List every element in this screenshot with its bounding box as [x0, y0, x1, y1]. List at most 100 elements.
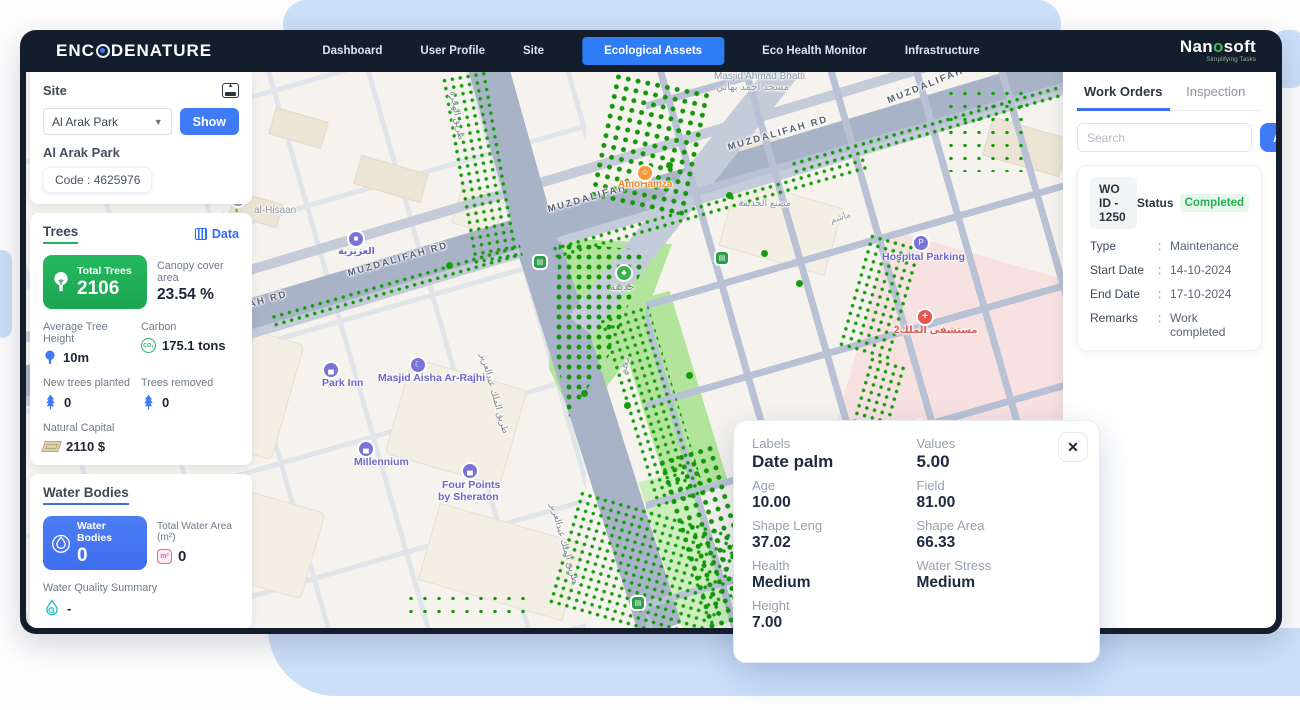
total-trees-label: Total Trees [77, 265, 132, 277]
water-quality-icon [43, 599, 61, 618]
field-name: Field [917, 478, 1082, 493]
restaurant-icon[interactable]: ☺ [638, 166, 652, 180]
poi-label: Millennium [354, 456, 409, 468]
map-tree-cluster [404, 592, 534, 622]
water-area-value: 0 [178, 548, 186, 565]
site-code-chip: Code : 4625976 [43, 167, 152, 193]
park-tree-icon[interactable]: ♣ [617, 266, 631, 280]
hotel-bed-icon[interactable]: ▄ [463, 464, 477, 478]
tab-inspection[interactable]: Inspection [1170, 84, 1263, 110]
show-button[interactable]: Show [180, 108, 239, 135]
poi-label: Hospital Parking [882, 251, 965, 263]
metro-station-icon[interactable]: ■ [349, 232, 363, 246]
map-tree [666, 162, 673, 169]
site-select[interactable]: Al Arak Park ▼ [43, 108, 172, 135]
brand-o: o [1213, 37, 1224, 56]
avg-height-value: 10m [63, 350, 89, 365]
poi-label: Four Points [442, 479, 500, 491]
map-tree-cluster [944, 87, 1029, 172]
hospital-cross-icon[interactable]: + [918, 310, 932, 324]
field-name: Water Stress [917, 558, 1082, 573]
row-value: Maintenance [1170, 239, 1239, 253]
field-name: Age [752, 478, 917, 493]
feature-info-popup: ✕ Labels Date palm Age 10.00 Shape Leng … [733, 420, 1100, 663]
row-label: Remarks [1090, 311, 1158, 339]
data-link-label: Data [212, 227, 239, 241]
site-panel: Site Al Arak Park ▼ Show Al Arak Park Co… [30, 72, 252, 204]
decor-blob-left [0, 250, 12, 338]
field-value: 10.00 [752, 494, 917, 512]
canopy-value: 23.54 % [157, 286, 239, 304]
search-input[interactable] [1077, 123, 1252, 152]
carbon-label: Carbon [141, 321, 239, 333]
area-label-arabic: مصنع الجديقة [738, 198, 791, 209]
work-order-row: Type : Maintenance [1090, 239, 1249, 253]
close-icon[interactable]: ✕ [1058, 432, 1088, 462]
tab-work-orders[interactable]: Work Orders [1077, 84, 1170, 111]
hospital-label: مستشفى الملك2 [894, 325, 978, 336]
transit-icon[interactable]: ▤ [716, 252, 728, 264]
map-tree [796, 280, 803, 287]
row-value: 14-10-2024 [1170, 263, 1231, 277]
field-value: Medium [752, 574, 917, 592]
work-order-card[interactable]: WO ID - 1250 Status Completed Type : Mai… [1077, 165, 1262, 351]
nav-item-infrastructure[interactable]: Infrastructure [905, 45, 980, 57]
field-value: Medium [917, 574, 1082, 592]
hotel-bed-icon[interactable]: ▄ [359, 442, 373, 456]
top-navbar: ENC DENATURE Dashboard User Profile Site… [20, 30, 1282, 72]
panel-tabs: Work Orders Inspection [1077, 84, 1262, 111]
mosque-crescent-icon[interactable]: ☾ [411, 358, 425, 372]
trees-title: Trees [43, 224, 78, 244]
natural-capital-icon [41, 441, 62, 452]
work-order-row: Remarks : Work completed [1090, 311, 1249, 339]
transit-icon[interactable]: ▤ [632, 597, 644, 609]
co2-icon: CO₂ [141, 338, 156, 353]
field-name: Shape Area [917, 518, 1082, 533]
site-select-value: Al Arak Park [52, 115, 118, 129]
tree-height-icon [43, 350, 57, 365]
chevron-down-icon: ▼ [154, 117, 163, 127]
logo-text-pre: ENC [56, 41, 95, 61]
field-value: 66.33 [917, 534, 1082, 552]
nav-item-ecological-assets[interactable]: Ecological Assets [582, 37, 724, 65]
work-order-row: End Date : 17-10-2024 [1090, 287, 1249, 301]
map-tree [446, 262, 453, 269]
water-title: Water Bodies [43, 485, 129, 505]
hotel-bed-icon[interactable]: ▄ [324, 363, 338, 377]
poi-label: Masjid Aisha Ar-Rajhi [378, 372, 485, 384]
transit-icon[interactable]: ▤ [534, 256, 546, 268]
row-value: Work completed [1170, 311, 1249, 339]
tree-icon [51, 271, 71, 293]
map-tree [686, 372, 693, 379]
capital-value: 2110 $ [66, 439, 105, 454]
data-link[interactable]: Data [195, 227, 239, 241]
nav-item-user-profile[interactable]: User Profile [420, 45, 485, 57]
removed-label: Trees removed [141, 377, 239, 389]
row-label: Type [1090, 239, 1158, 253]
field-value: Date palm [752, 452, 917, 472]
field-value: 37.02 [752, 534, 917, 552]
work-order-id-chip: WO ID - 1250 [1090, 177, 1137, 229]
row-label: End Date [1090, 287, 1158, 301]
parking-icon[interactable]: P [914, 236, 928, 250]
left-sidebar: Site Al Arak Park ▼ Show Al Arak Park Co… [30, 72, 252, 628]
nav-item-dashboard[interactable]: Dashboard [322, 45, 382, 57]
capital-label: Natural Capital [43, 422, 239, 434]
map-tree [761, 250, 768, 257]
panel-collapse-icon[interactable] [222, 83, 239, 98]
nav-item-eco-health-monitor[interactable]: Eco Health Monitor [762, 45, 867, 57]
field-name: Health [752, 558, 917, 573]
water-drop-icon [51, 532, 71, 554]
field-value: 5.00 [917, 452, 1082, 472]
total-trees-value: 2106 [77, 278, 132, 300]
row-value: 17-10-2024 [1170, 287, 1231, 301]
map-tree [624, 402, 631, 409]
field-value: 7.00 [752, 614, 917, 632]
water-quality-label: Water Quality Summary [43, 582, 239, 594]
park-label: حديقة [610, 282, 635, 293]
add-button[interactable]: Add [1260, 123, 1276, 152]
water-area-label: Total Water Area (m²) [157, 521, 239, 543]
water-panel: Water Bodies Water Bodies 0 Total Water … [30, 474, 252, 628]
planted-value: 0 [64, 395, 71, 410]
nav-item-site[interactable]: Site [523, 45, 544, 57]
